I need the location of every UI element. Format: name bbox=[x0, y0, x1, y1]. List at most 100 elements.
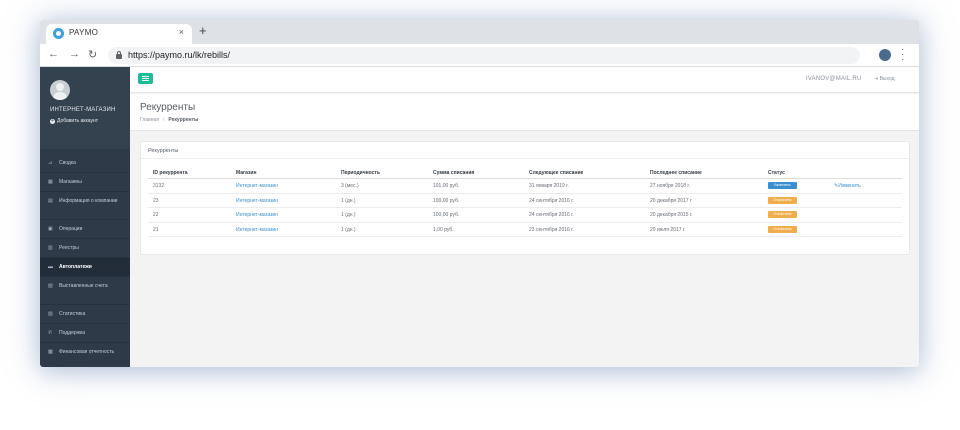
column-header[interactable]: Периодичность bbox=[341, 170, 380, 176]
sidebar-item[interactable]: ▨ Статистика bbox=[40, 305, 130, 324]
registry-icon: ▥ bbox=[48, 245, 53, 251]
invoices-icon: ▧ bbox=[48, 283, 53, 289]
store-icon: ▦ bbox=[48, 179, 53, 185]
avatar bbox=[50, 80, 70, 100]
panel-title: Рекурренты bbox=[148, 148, 179, 154]
autopay-icon: ▬ bbox=[48, 264, 53, 270]
sidebar-header: ИНТЕРНЕТ-МАГАЗИН + Добавить аккаунт bbox=[40, 67, 130, 149]
page-header: Рекурренты Главная / Рекурренты bbox=[130, 94, 919, 131]
table-cell: 20 декабря 2017 г. bbox=[650, 197, 693, 204]
table-cell: 23 сентября 2016 г. bbox=[529, 226, 574, 233]
table-cell: 1 (дн.) bbox=[341, 197, 356, 204]
browser-tab[interactable]: PAYMO × bbox=[46, 24, 192, 44]
url-field[interactable]: https://paymo.ru/lk/rebills/ bbox=[108, 47, 860, 64]
browser-window: PAYMO × + ← → ↻ https://paymo.ru/lk/rebi… bbox=[40, 20, 919, 367]
sidebar-item[interactable]: ▬ Автоплатежи bbox=[40, 258, 130, 277]
breadcrumb-home[interactable]: Главная bbox=[140, 117, 159, 123]
browser-menu-icon[interactable]: · · · bbox=[901, 45, 904, 65]
profile-avatar-icon[interactable] bbox=[879, 49, 891, 61]
table-row[interactable]: 3132 Интернет-магазин 3 (мес.) 101,00 руб. 3… bbox=[148, 179, 902, 194]
url-text: https://paymo.ru/lk/rebills/ bbox=[128, 50, 231, 60]
sidebar-item[interactable]: ▤ Информация о компании bbox=[40, 192, 130, 220]
sidebar-item-label: Информация о компании bbox=[59, 198, 118, 204]
breadcrumb: Главная / Рекурренты bbox=[140, 117, 198, 123]
address-bar: ← → ↻ https://paymo.ru/lk/rebills/ · · · bbox=[40, 44, 919, 67]
sidebar-item[interactable]: ⊿ Сводка bbox=[40, 154, 130, 173]
sidebar-item-label: Статистика bbox=[59, 311, 86, 317]
table-cell: 1,00 руб. bbox=[433, 226, 454, 233]
chart-line-icon: ⊿ bbox=[48, 160, 53, 166]
column-header[interactable]: Следующее списание bbox=[529, 170, 583, 176]
sidebar-item[interactable]: ▩ Финансовая отчетность bbox=[40, 343, 130, 367]
shop-name: ИНТЕРНЕТ-МАГАЗИН bbox=[50, 107, 116, 113]
table-cell: 3132 bbox=[153, 183, 165, 189]
tab-title: PAYMO bbox=[69, 28, 99, 37]
breadcrumb-current: Рекурренты bbox=[168, 117, 199, 123]
sidebar-item-label: Магазины bbox=[59, 179, 82, 185]
shop-link[interactable]: Интернет-магазин bbox=[236, 198, 278, 204]
plus-circle-icon: + bbox=[50, 118, 55, 124]
user-email[interactable]: IVANOV@MAIL.RU bbox=[806, 76, 861, 82]
table-cell: 20 июля 2017 г. bbox=[650, 226, 686, 233]
rebills-table: ID рекуррента Магазин Периодичность Сумм… bbox=[148, 166, 902, 237]
shop-link[interactable]: Интернет-магазин bbox=[236, 227, 278, 233]
column-header[interactable]: ID рекуррента bbox=[153, 170, 188, 176]
table-header-row: ID рекуррента Магазин Периодичность Сумм… bbox=[148, 166, 902, 179]
reload-icon[interactable]: ↻ bbox=[88, 48, 97, 61]
sidebar-item-label: Операции bbox=[59, 226, 83, 232]
back-arrow-icon[interactable]: ← bbox=[48, 48, 59, 60]
sidebar-item-label: Поддержка bbox=[59, 330, 86, 336]
table-cell: 23 bbox=[153, 197, 159, 204]
table-cell: 101,00 руб. bbox=[433, 183, 460, 189]
sidebar-item[interactable]: ✆ Поддержка bbox=[40, 324, 130, 343]
column-header[interactable]: Сумма списания bbox=[433, 170, 474, 176]
table-row[interactable]: 23 Интернет-магазин 1 (дн.) 100,00 руб. 24 с… bbox=[148, 194, 902, 208]
sidebar-item-label: Финансовая отчетность bbox=[59, 349, 115, 355]
status-badge: Отключено bbox=[768, 211, 797, 218]
table-cell: 27 ноября 2018 г. bbox=[650, 183, 690, 189]
table-cell: 21 bbox=[153, 226, 159, 233]
sidebar-item[interactable]: ▦ Магазины bbox=[40, 173, 130, 192]
sidebar-item-label: Сводка bbox=[59, 160, 76, 166]
edit-link[interactable]: ✎Изменить bbox=[834, 183, 861, 189]
tab-strip: PAYMO × + bbox=[40, 20, 919, 44]
add-account-link[interactable]: + Добавить аккаунт bbox=[50, 118, 98, 124]
sidebar-item-label: Выставленные счета bbox=[59, 283, 108, 289]
lock-icon bbox=[116, 51, 122, 59]
status-badge: Отключено bbox=[768, 225, 797, 233]
sidebar-item[interactable]: ▣ Операции bbox=[40, 220, 130, 239]
status-badge: Включено bbox=[768, 182, 797, 189]
report-icon: ▩ bbox=[48, 349, 53, 355]
forward-arrow-icon[interactable]: → bbox=[69, 48, 80, 60]
sidebar-menu: ⊿ Сводка ▦ Магазины ▤ Информация о компании ▣ О… bbox=[40, 154, 130, 367]
table-body: 3132 Интернет-магазин 3 (мес.) 101,00 руб. 3… bbox=[148, 179, 902, 237]
table-cell: 1 (дн.) bbox=[341, 226, 356, 233]
statistics-icon: ▨ bbox=[48, 311, 53, 317]
close-tab-icon[interactable]: × bbox=[179, 27, 184, 37]
column-header[interactable]: Магазин bbox=[236, 170, 257, 176]
table-row[interactable]: 22 Интернет-магазин 1 (дн.) 100,00 руб. 24 с… bbox=[148, 208, 902, 223]
operations-icon: ▣ bbox=[48, 226, 53, 232]
menu-toggle-button[interactable] bbox=[138, 73, 153, 84]
shop-link[interactable]: Интернет-магазин bbox=[236, 183, 278, 189]
logout-link[interactable]: ⇥ Выход bbox=[874, 76, 895, 82]
table-cell: 3 (мес.) bbox=[341, 183, 359, 189]
sidebar-item[interactable]: ▧ Выставленные счета bbox=[40, 277, 130, 305]
shop-link[interactable]: Интернет-магазин bbox=[236, 212, 278, 218]
table-cell: 24 сентября 2016 г. bbox=[529, 197, 574, 204]
paymo-logo-icon bbox=[53, 28, 64, 39]
table-row[interactable]: 21 Интернет-магазин 1 (дн.) 1,00 руб. 23 сен… bbox=[148, 223, 902, 237]
page-title: Рекурренты bbox=[140, 102, 196, 113]
status-badge: Отключено bbox=[768, 196, 797, 204]
sidebar-item[interactable]: ▥ Реестры bbox=[40, 239, 130, 258]
new-tab-button[interactable]: + bbox=[199, 23, 207, 38]
sidebar-item-label: Автоплатежи bbox=[59, 264, 92, 270]
column-header[interactable]: Последнее списание bbox=[650, 170, 702, 176]
column-header[interactable]: Статус bbox=[768, 170, 785, 176]
top-bar: IVANOV@MAIL.RU ⇥ Выход bbox=[130, 67, 919, 93]
table-cell: 22 bbox=[153, 212, 159, 218]
table-cell: 100,00 руб. bbox=[433, 212, 460, 218]
table-cell: 1 (дн.) bbox=[341, 212, 356, 218]
table-cell: 31 января 2019 г. bbox=[529, 183, 569, 189]
table-cell: 20 декабря 2015 г. bbox=[650, 212, 693, 218]
